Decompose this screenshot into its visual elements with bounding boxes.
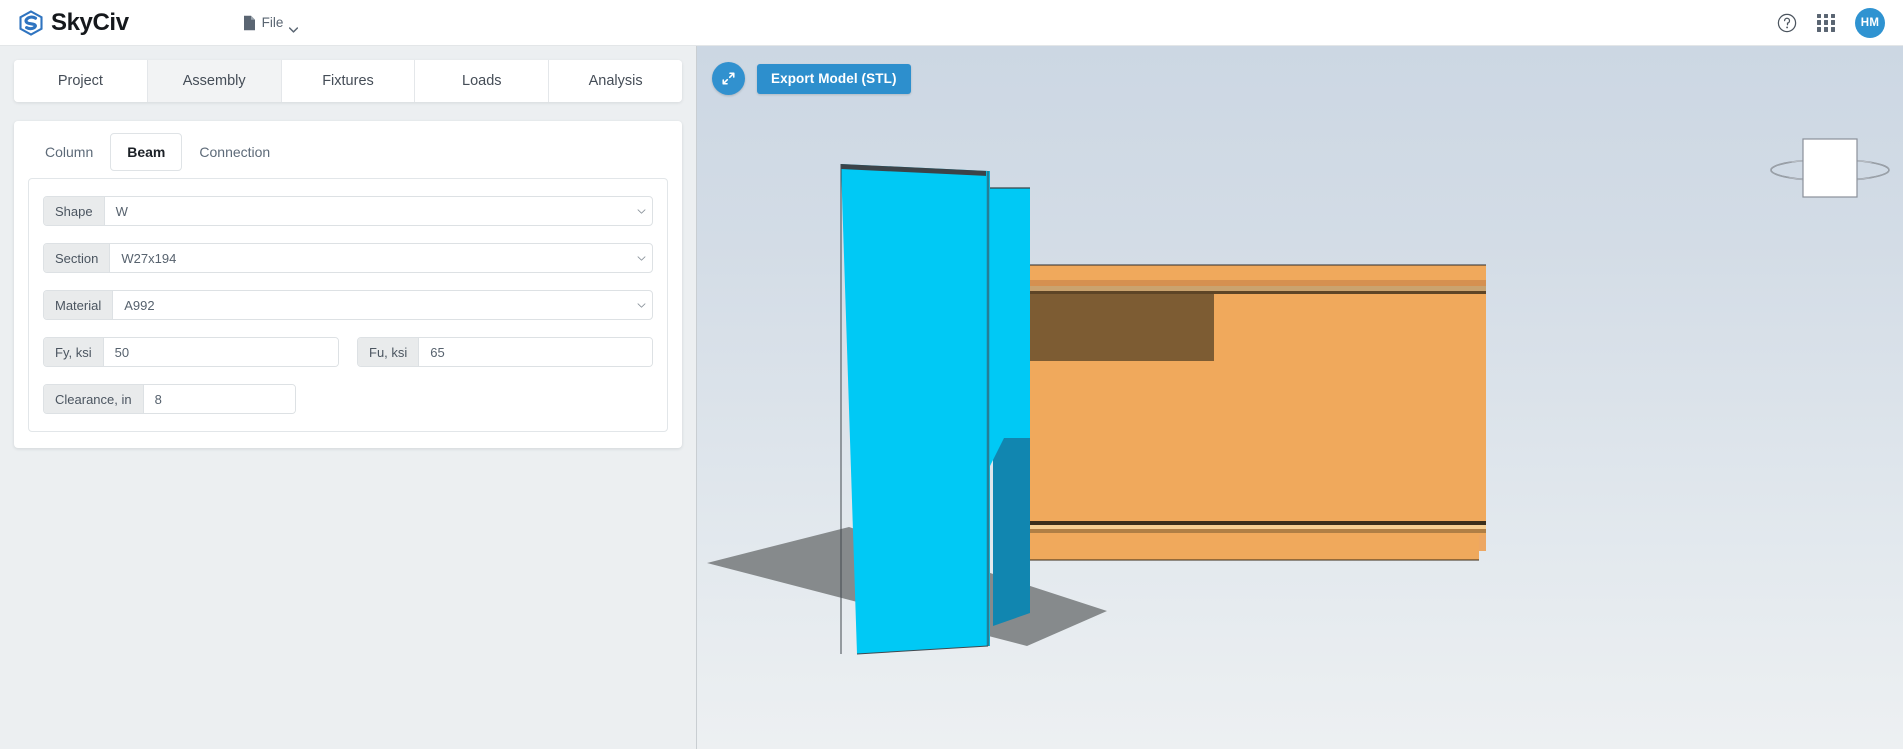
export-model-stl-button[interactable]: Export Model (STL) (757, 63, 911, 94)
model-viewport[interactable]: Export Model (STL) (697, 46, 1903, 749)
avatar[interactable]: HM (1855, 7, 1885, 38)
expand-arrows-icon (721, 71, 736, 86)
clearance-field[interactable]: Clearance, in 8 (43, 384, 296, 414)
fu-field[interactable]: Fu, ksi 65 (357, 337, 653, 367)
material-dropdown-chevron-down-icon[interactable] (630, 291, 652, 319)
sub-tab-column-label: Column (45, 144, 94, 160)
tab-analysis-label: Analysis (588, 73, 643, 89)
chevron-down-icon (289, 20, 299, 33)
brand-name: SkyCiv (51, 8, 129, 36)
left-pane: Project Assembly Fixtures Loads Analysis (0, 46, 697, 749)
app-root: SkyCiv File HM Project Assembly Fixtures… (0, 0, 1903, 749)
main-tab-bar: Project Assembly Fixtures Loads Analysis (14, 60, 682, 102)
section-value[interactable]: W27x194 (110, 244, 630, 272)
material-field[interactable]: Material A992 (43, 290, 653, 320)
view-cube-gizmo-icon[interactable] (1765, 126, 1895, 211)
section-label: Section (44, 244, 111, 272)
shape-row: Shape W (43, 196, 653, 226)
tab-loads-label: Loads (462, 73, 502, 89)
assembly-panel: Column Beam Connection Shape W Section W… (14, 121, 682, 448)
material-row: Material A992 (43, 290, 653, 320)
sub-tab-beam-label: Beam (127, 144, 166, 160)
expand-view-button[interactable] (712, 62, 745, 95)
clearance-label: Clearance, in (44, 385, 144, 413)
beam-form: Shape W Section W27x194 Material A992 Fy… (28, 178, 668, 432)
sub-tab-connection[interactable]: Connection (182, 133, 287, 171)
app-body: Project Assembly Fixtures Loads Analysis (0, 46, 1903, 749)
clearance-value[interactable]: 8 (143, 385, 295, 413)
3d-model-stage (697, 46, 1903, 749)
tab-fixtures[interactable]: Fixtures (281, 60, 416, 102)
brand[interactable]: SkyCiv (18, 9, 129, 37)
sub-tab-bar: Column Beam Connection (28, 133, 668, 171)
app-header: SkyCiv File HM (0, 0, 1903, 46)
shape-value[interactable]: W (104, 197, 630, 225)
fu-value[interactable]: 65 (419, 338, 652, 366)
header-actions: HM (1777, 7, 1885, 38)
shape-label: Shape (44, 197, 105, 225)
tab-assembly-label: Assembly (182, 73, 246, 89)
section-field[interactable]: Section W27x194 (43, 243, 653, 273)
shape-dropdown-chevron-down-icon[interactable] (630, 197, 652, 225)
document-icon (243, 15, 256, 31)
skyciv-logo-icon (18, 9, 44, 36)
tab-loads[interactable]: Loads (415, 60, 550, 102)
tab-analysis[interactable]: Analysis (549, 60, 682, 102)
section-dropdown-chevron-down-icon[interactable] (630, 244, 652, 272)
fy-value[interactable]: 50 (103, 338, 338, 366)
fu-label: Fu, ksi (358, 338, 420, 366)
shape-field[interactable]: Shape W (43, 196, 653, 226)
tab-fixtures-label: Fixtures (322, 73, 374, 89)
fy-label: Fy, ksi (44, 338, 104, 366)
file-menu[interactable]: File (237, 11, 305, 35)
tab-assembly[interactable]: Assembly (147, 60, 282, 102)
tab-project[interactable]: Project (14, 60, 148, 102)
help-circle-icon[interactable] (1777, 13, 1797, 33)
tab-project-label: Project (57, 73, 103, 89)
section-row: Section W27x194 (43, 243, 653, 273)
sub-tab-connection-label: Connection (199, 144, 271, 160)
sub-tab-beam[interactable]: Beam (110, 133, 183, 171)
file-menu-label: File (261, 15, 284, 30)
clearance-row: Clearance, in 8 (43, 384, 653, 414)
fy-field[interactable]: Fy, ksi 50 (43, 337, 339, 367)
apps-grid-icon[interactable] (1817, 13, 1835, 32)
strength-row: Fy, ksi 50 Fu, ksi 65 (43, 337, 653, 367)
material-label: Material (44, 291, 114, 319)
sub-tab-column[interactable]: Column (28, 133, 110, 171)
material-value[interactable]: A992 (113, 291, 630, 319)
viewport-toolbar: Export Model (STL) (712, 62, 911, 95)
